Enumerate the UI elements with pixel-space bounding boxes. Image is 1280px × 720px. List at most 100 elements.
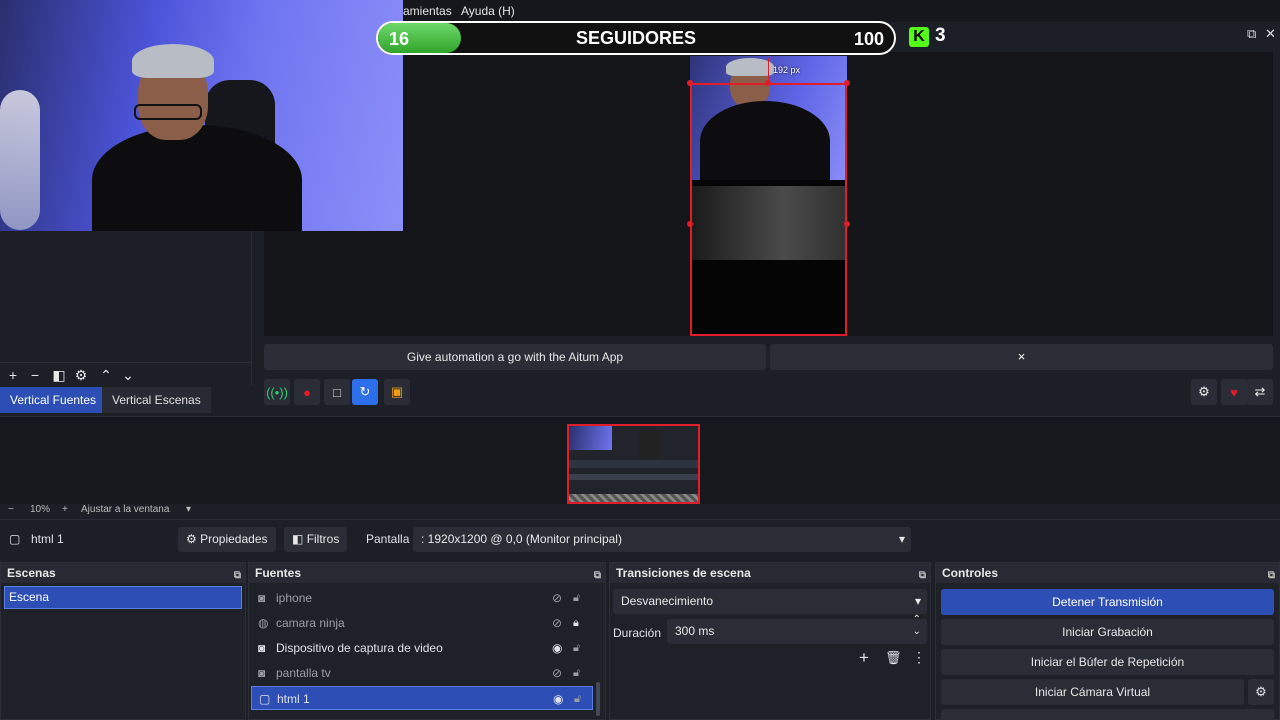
fit-window-label[interactable]: Ajustar a la ventana (81, 504, 169, 515)
unlocked-icon[interactable]: 🔓︎ (574, 687, 581, 711)
dock-toolbar: + − ◧ ⚙ ⌃ ⌄ (0, 362, 252, 386)
start-virtual-camera-button[interactable]: Iniciar Cámara Virtual (941, 679, 1244, 705)
scenes-title: Escenas (7, 566, 56, 580)
stepper-icon[interactable]: ⌃ ⌄ (913, 614, 921, 638)
properties-button[interactable]: ⚙ Propiedades (178, 527, 276, 552)
move-up-icon[interactable]: ⌃ (95, 364, 117, 386)
kick-logo-icon: K (909, 27, 929, 47)
globe-icon: ◍ (258, 616, 269, 630)
controls-title: Controles (942, 566, 999, 580)
person-hair (132, 44, 214, 78)
lock-icon[interactable]: 🔒︎ (573, 611, 579, 635)
filters-button[interactable]: ◧ Filtros (284, 527, 348, 552)
gear-icon[interactable]: ⚙ (1248, 679, 1274, 705)
aitum-icon[interactable]: ⇄ (1247, 379, 1273, 405)
list-item[interactable]: ◙ iphone ⊘ 🔓︎ (251, 586, 593, 610)
followers-goal-bar: 16 SEGUIDORES 100 (376, 21, 896, 55)
move-down-icon[interactable]: ⌄ (117, 364, 139, 386)
list-item[interactable]: ◙ Dispositivo de captura de video ◉ 🔓︎ (251, 636, 593, 660)
resize-handle[interactable] (844, 80, 850, 86)
followers-title: SEGUIDORES (575, 28, 697, 48)
distance-label: 192 px (773, 65, 801, 75)
tab-vertical-sources[interactable]: Vertical Fuentes (0, 387, 107, 413)
eye-icon[interactable]: ◉ (553, 687, 563, 711)
remove-icon[interactable]: − (24, 364, 46, 386)
add-icon[interactable]: + (2, 364, 24, 386)
gear-icon[interactable]: ⚙ (1191, 379, 1217, 405)
stop-icon[interactable]: □ (324, 379, 350, 405)
close-icon[interactable]: ✕ (1265, 26, 1276, 42)
zoom-out-button[interactable]: − (8, 504, 14, 515)
trash-icon[interactable]: 🗑︎ (885, 650, 902, 666)
scene-item[interactable]: Escena (4, 586, 242, 609)
add-icon[interactable]: + (859, 648, 869, 668)
transitions-title: Transiciones de escena (616, 566, 751, 580)
list-item[interactable]: ◍ camara ninja ⊘ 🔒︎ (251, 611, 593, 635)
gear-icon: ⚙ (186, 532, 197, 546)
list-item[interactable]: ▢ html 1 ◉ 🔓︎ (251, 686, 593, 710)
float-icon[interactable]: ⧉ (594, 566, 601, 586)
menu-tools[interactable]: amientas (403, 4, 452, 18)
stop-streaming-button[interactable]: Detener Transmisión (941, 589, 1274, 615)
camera-icon: ◙ (258, 641, 266, 655)
float-icon[interactable]: ⧉ (1247, 26, 1256, 42)
camera-icon: ◙ (258, 591, 266, 605)
sources-title: Fuentes (255, 566, 302, 580)
eye-hidden-icon[interactable]: ⊘ (552, 586, 562, 610)
guitar-shape (0, 90, 40, 230)
monitor-icon: ▢ (259, 692, 271, 706)
display-select[interactable]: : 1920x1200 @ 0,0 (Monitor principal) ▾ (413, 527, 911, 552)
replay-icon[interactable]: ↻ (352, 379, 378, 405)
gear-icon[interactable]: ⚙ (70, 364, 92, 386)
unlocked-icon[interactable]: 🔓︎ (573, 636, 580, 660)
float-icon[interactable]: ⧉ (234, 566, 241, 586)
eye-icon[interactable]: ◉ (552, 636, 562, 660)
record-icon[interactable]: ● (294, 379, 320, 405)
tab-vertical-scenes[interactable]: Vertical Escenas (102, 387, 211, 413)
virtual-camera-icon[interactable]: ▣ (384, 379, 410, 405)
chevron-down-icon: ▾ (914, 594, 921, 608)
start-replay-buffer-button[interactable]: Iniciar el Búfer de Repetición (941, 649, 1274, 675)
duration-input[interactable]: 300 ms ⌃ ⌄ (667, 614, 927, 644)
camera-icon: ◙ (258, 666, 266, 680)
eye-hidden-icon[interactable]: ⊘ (552, 611, 562, 635)
float-icon[interactable]: ⧉ (1268, 566, 1275, 586)
resize-handle[interactable] (687, 221, 693, 227)
followers-goal: 100 (853, 29, 884, 49)
list-item[interactable]: ◙ pantalla tv ⊘ 🔓︎ (251, 661, 593, 685)
menu-help[interactable]: Ayuda (H) (461, 4, 515, 18)
start-recording-button[interactable]: Iniciar Grabación (941, 619, 1274, 645)
filter-icon[interactable]: ◧ (48, 364, 70, 386)
person-body (92, 125, 302, 231)
kick-count: 3 (935, 25, 946, 46)
studio-mode-button[interactable] (941, 709, 1274, 720)
zoom-level: 10% (30, 504, 51, 515)
heart-icon[interactable]: ♥ (1221, 379, 1247, 405)
selection-box[interactable] (690, 83, 847, 336)
unlocked-icon[interactable]: 🔓︎ (573, 586, 580, 610)
filter-icon: ◧ (292, 532, 304, 546)
selected-source-name: html 1 (31, 532, 64, 546)
glasses-shape (134, 104, 202, 120)
chevron-down-icon: ▾ (898, 532, 905, 546)
eye-hidden-icon[interactable]: ⊘ (552, 661, 562, 685)
scrollbar[interactable] (596, 682, 600, 716)
webcam-overlay (0, 0, 403, 231)
distance-guide (768, 58, 769, 83)
display-label: Pantalla (366, 532, 410, 546)
zoom-controls: − 10% + Ajustar a la ventana ▾ (0, 504, 260, 518)
unlocked-icon[interactable]: 🔓︎ (573, 661, 580, 685)
duration-label: Duración (613, 626, 662, 640)
more-icon[interactable]: ⋮ (912, 649, 926, 666)
chevron-down-icon[interactable]: ▾ (186, 504, 191, 515)
zoom-in-button[interactable]: + (62, 504, 68, 515)
transition-select[interactable]: Desvanecimiento ▾ (613, 589, 927, 614)
aitum-banner[interactable]: Give automation a go with the Aitum App (264, 344, 766, 370)
stream-icon[interactable]: ((•)) (264, 379, 290, 405)
resize-handle[interactable] (687, 80, 693, 86)
banner-close-button[interactable]: × (770, 344, 1273, 370)
monitor-icon: ▢ (9, 532, 21, 546)
vertical-canvas-thumbnail[interactable] (567, 424, 700, 504)
resize-handle[interactable] (844, 221, 850, 227)
float-icon[interactable]: ⧉ (919, 566, 926, 586)
